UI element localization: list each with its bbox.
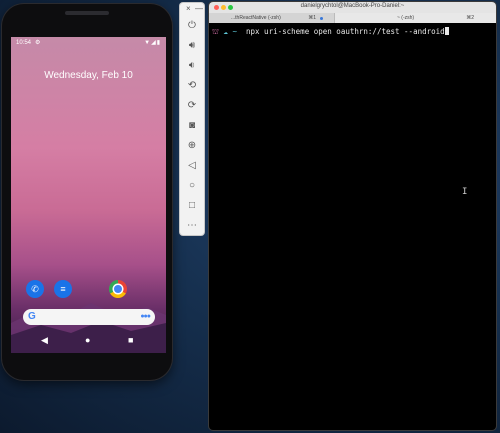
tab-shortcut: ⌘1 <box>308 15 316 21</box>
google-search-bar[interactable]: G ●●● <box>23 309 155 325</box>
messages-app-icon[interactable]: ≡ <box>54 280 72 298</box>
google-assistant-icon[interactable]: ●●● <box>140 313 151 320</box>
settings-notification-icon: ⚙ <box>35 40 41 46</box>
status-time: 10:54 <box>16 40 32 46</box>
ibeam-cursor-icon: I <box>462 187 468 197</box>
cloud-icon: ☁ <box>223 27 228 36</box>
activity-dot-icon <box>320 17 323 20</box>
emulator-toolbar: × — ⏻ 🔊︎ 🔉︎ ⟲ ⟳ ◙ ⊕ ◁ ○ □ ⋯ <box>180 3 204 235</box>
tab-label: ~ (-zsh) <box>397 15 415 21</box>
terminal-tab-bar: ...thReactNative (-zsh) ⌘1 ~ (-zsh) ⌘2 <box>209 13 496 23</box>
rotate-left-icon[interactable]: ⟲ <box>184 79 200 93</box>
terminal-window[interactable]: danielgrychtol@MacBook-Pro-Daniel:~ ...t… <box>209 2 496 430</box>
status-bar: 10:54 ⚙ ▼◢▮ <box>11 37 166 49</box>
earpiece-speaker <box>65 11 109 15</box>
text-cursor <box>444 27 449 35</box>
home-icon[interactable]: ○ <box>184 179 200 193</box>
back-icon[interactable]: ◁ <box>184 159 200 173</box>
google-logo-icon: G <box>28 311 36 322</box>
command-text: npx uri-scheme open oauthrn://test --and… <box>246 27 445 36</box>
volume-up-icon[interactable]: 🔊︎ <box>184 39 200 53</box>
navigation-bar: ◀ ● ■ <box>11 334 166 348</box>
window-title: danielgrychtol@MacBook-Pro-Daniel:~ <box>300 3 405 9</box>
recents-button[interactable]: ■ <box>128 335 133 345</box>
tab-label: ...thReactNative (-zsh) <box>231 15 281 21</box>
volume-down-icon[interactable]: 🔉︎ <box>184 59 200 73</box>
signal-battery-icons: ▼◢▮ <box>144 40 161 46</box>
phone-screen[interactable]: 10:54 ⚙ ▼◢▮ Wednesday, Feb 10 ✆ ≡ G ●●● … <box>11 37 166 353</box>
more-icon[interactable]: ⋯ <box>184 219 200 233</box>
tab-home-zsh[interactable]: ~ (-zsh) ⌘2 <box>335 13 496 23</box>
date-widget[interactable]: Wednesday, Feb 10 <box>11 70 166 81</box>
rotate-right-icon[interactable]: ⟳ <box>184 99 200 113</box>
overview-icon[interactable]: □ <box>184 199 200 213</box>
command-line[interactable]: ⛫ ☁ ~ npx uri-scheme open oauthrn://test… <box>212 27 449 37</box>
chrome-app-icon[interactable] <box>109 280 127 298</box>
zoom-icon[interactable]: ⊕ <box>184 139 200 153</box>
prompt-directory: ~ <box>232 27 237 36</box>
terminal-titlebar[interactable]: danielgrychtol@MacBook-Pro-Daniel:~ <box>209 2 496 13</box>
tab-reactnative[interactable]: ...thReactNative (-zsh) ⌘1 <box>209 13 335 23</box>
back-button[interactable]: ◀ <box>41 335 48 346</box>
camera-icon[interactable]: ◙ <box>184 119 200 133</box>
android-emulator-device: 10:54 ⚙ ▼◢▮ Wednesday, Feb 10 ✆ ≡ G ●●● … <box>2 4 172 380</box>
minimize-emulator-button[interactable]: — <box>195 4 203 13</box>
tab-shortcut: ⌘2 <box>466 15 474 21</box>
close-emulator-button[interactable]: × <box>186 4 191 13</box>
phone-app-icon[interactable]: ✆ <box>26 280 44 298</box>
power-icon[interactable]: ⏻ <box>184 19 200 33</box>
home-button[interactable]: ● <box>85 335 90 345</box>
prompt-logo-icon: ⛫ <box>212 27 219 36</box>
